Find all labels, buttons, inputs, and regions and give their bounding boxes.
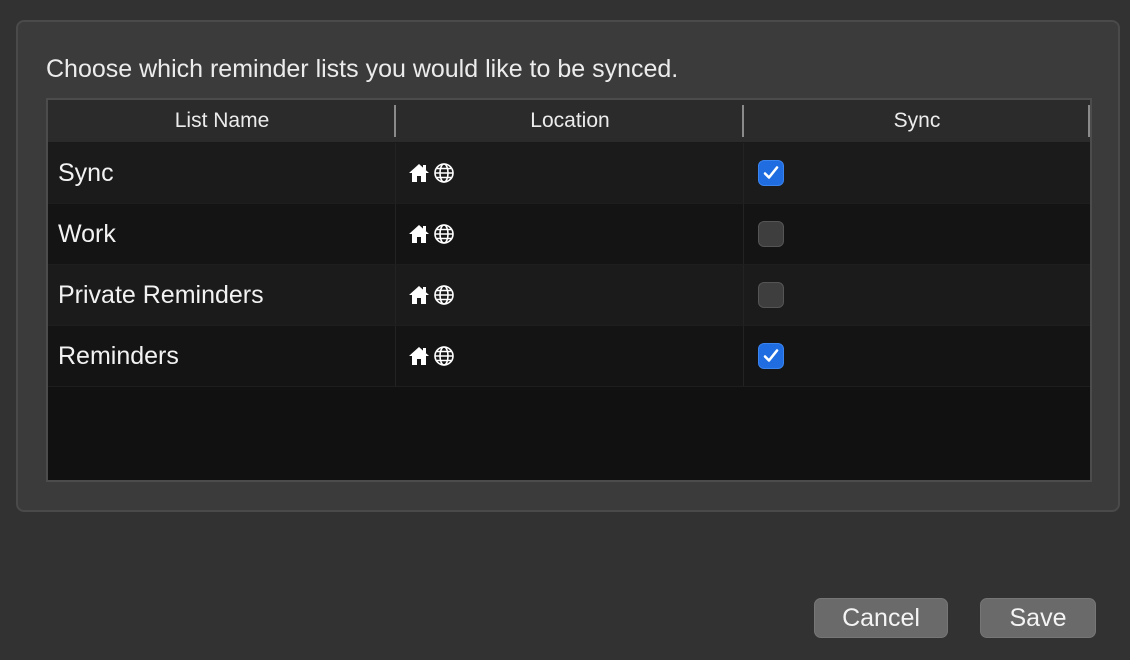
location-cell [396,326,744,386]
sync-checkbox[interactable] [758,343,784,369]
sync-checkbox[interactable] [758,160,784,186]
column-header-location[interactable]: Location [396,100,744,142]
column-header-sync[interactable]: Sync [744,100,1090,142]
sync-cell [744,326,1090,386]
checkmark-icon [763,349,779,362]
sync-settings-panel: Choose which reminder lists you would li… [16,20,1120,512]
column-header-list-name[interactable]: List Name [48,100,396,142]
list-name-cell: Private Reminders [48,265,396,325]
sync-cell [744,143,1090,203]
sync-cell [744,265,1090,325]
instructions-text: Choose which reminder lists you would li… [46,55,679,83]
sync-checkbox[interactable] [758,282,784,308]
list-name-cell: Sync [48,143,396,203]
home-icon [408,284,430,306]
table-header: List Name Location Sync [48,100,1090,143]
save-button[interactable]: Save [980,598,1096,638]
globe-icon [433,223,455,245]
list-name-cell: Reminders [48,326,396,386]
table-row[interactable]: Reminders [48,326,1090,387]
reminder-lists-table: List Name Location Sync Sync Work Privat… [46,98,1092,482]
location-cell [396,204,744,264]
table-row[interactable]: Private Reminders [48,265,1090,326]
list-name-cell: Work [48,204,396,264]
location-cell [396,143,744,203]
home-icon [408,345,430,367]
sync-checkbox[interactable] [758,221,784,247]
sync-cell [744,204,1090,264]
checkmark-icon [763,166,779,179]
globe-icon [433,345,455,367]
home-icon [408,223,430,245]
globe-icon [433,284,455,306]
table-row[interactable]: Sync [48,143,1090,204]
table-row[interactable]: Work [48,204,1090,265]
location-cell [396,265,744,325]
globe-icon [433,162,455,184]
home-icon [408,162,430,184]
cancel-button[interactable]: Cancel [814,598,948,638]
